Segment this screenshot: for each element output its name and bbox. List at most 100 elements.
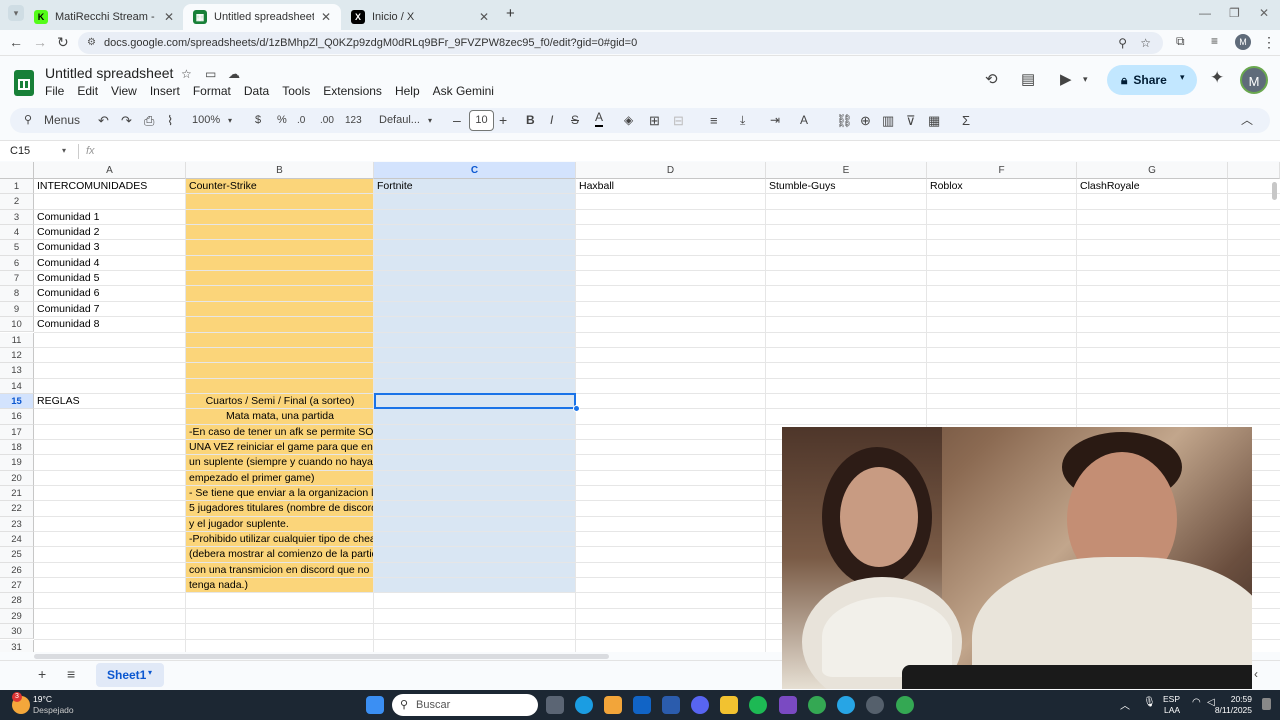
column-header-e[interactable]: E — [766, 162, 927, 179]
cell-b26[interactable]: con una transmicion en discord que no — [187, 563, 373, 578]
menu-file[interactable]: File — [45, 84, 64, 98]
file-explorer-icon[interactable] — [720, 696, 738, 714]
cell-b18[interactable]: UNA VEZ reiniciar el game para que entre — [187, 440, 373, 455]
keyboard-layout[interactable]: LAA — [1164, 705, 1180, 716]
font-select[interactable]: Defaul... — [379, 108, 420, 133]
redo-icon[interactable]: ↷ — [121, 108, 132, 133]
account-avatar[interactable]: M — [1240, 66, 1268, 94]
row-header-3[interactable]: 3 — [0, 209, 34, 226]
word-icon[interactable] — [662, 696, 680, 714]
telegram-icon[interactable] — [837, 696, 855, 714]
maximize-icon[interactable]: ❐ — [1229, 6, 1240, 20]
column-header-a[interactable]: A — [34, 162, 186, 179]
notification-center-icon[interactable] — [1262, 698, 1271, 710]
browser-menu-icon[interactable]: ⋮ — [1262, 34, 1276, 51]
row-header-7[interactable]: 7 — [0, 271, 34, 287]
row-header-26[interactable]: 26 — [0, 562, 34, 579]
row-header-31[interactable]: 31 — [0, 639, 34, 652]
column-header-c[interactable]: C — [374, 162, 576, 179]
new-tab-button[interactable]: + — [506, 5, 515, 22]
cell-b21[interactable]: - Se tiene que enviar a la organizacion … — [187, 486, 373, 501]
row-header-19[interactable]: 19 — [0, 455, 34, 471]
cell-e1[interactable]: Stumble-Guys — [767, 179, 926, 194]
site-info-icon[interactable]: ⚙ — [87, 32, 96, 54]
row-header-30[interactable]: 30 — [0, 624, 34, 640]
column-header-d[interactable]: D — [576, 162, 766, 179]
column-header-g[interactable]: G — [1077, 162, 1228, 179]
align-horizontal-icon[interactable]: ≡ — [710, 108, 718, 133]
chevron-down-icon[interactable]: ▾ — [228, 108, 232, 133]
menu-data[interactable]: Data — [244, 84, 269, 98]
row-header-27[interactable]: 27 — [0, 578, 34, 594]
edge-icon[interactable] — [575, 696, 593, 714]
row-header-8[interactable]: 8 — [0, 286, 34, 302]
formula-input[interactable] — [104, 143, 1264, 160]
tab-kick[interactable]: K MatiRecchi Stream - Watch Live ✕ — [24, 4, 184, 30]
minimize-icon[interactable]: — — [1199, 6, 1211, 20]
row-header-21[interactable]: 21 — [0, 486, 34, 502]
row-header-6[interactable]: 6 — [0, 255, 34, 272]
clock-time[interactable]: 20:59 — [1218, 694, 1252, 705]
gemini-icon[interactable]: ✦ — [1210, 68, 1224, 88]
cell-a5[interactable]: Comunidad 3 — [35, 240, 185, 255]
bookmark-star-icon[interactable]: ☆ — [1140, 32, 1151, 54]
cell-a3[interactable]: Comunidad 1 — [35, 210, 185, 225]
cell-b27[interactable]: tenga nada.) — [187, 578, 373, 593]
column-header-h[interactable] — [1228, 162, 1280, 179]
menu-ask-gemini[interactable]: Ask Gemini — [433, 84, 494, 98]
url-field[interactable]: ⚙ docs.google.com/spreadsheets/d/1zBMhpZ… — [78, 32, 1163, 54]
chrome-profile-icon[interactable] — [896, 696, 914, 714]
menu-extensions[interactable]: Extensions — [323, 84, 382, 98]
close-icon[interactable]: ✕ — [164, 10, 174, 24]
cell-b22[interactable]: 5 jugadores titulares (nombre de discord… — [187, 501, 373, 516]
menu-insert[interactable]: Insert — [150, 84, 180, 98]
profile-avatar[interactable]: M — [1235, 34, 1251, 50]
row-header-28[interactable]: 28 — [0, 593, 34, 609]
meet-icon[interactable]: ▶ — [1060, 70, 1072, 88]
search-menus-label[interactable]: Menus — [44, 108, 80, 133]
cell-a9[interactable]: Comunidad 7 — [35, 302, 185, 317]
cell-a6[interactable]: Comunidad 4 — [35, 256, 185, 271]
fill-handle[interactable] — [573, 405, 580, 413]
bold-icon[interactable]: B — [526, 108, 535, 133]
all-sheets-icon[interactable]: ≡ — [67, 666, 75, 682]
cell-g1[interactable]: ClashRoyale — [1078, 179, 1227, 194]
row-header-2[interactable]: 2 — [0, 194, 34, 210]
borders-icon[interactable]: ⊞ — [649, 108, 660, 133]
font-size-decrease-icon[interactable]: – — [453, 108, 461, 133]
cell-b25[interactable]: (debera mostrar al comienzo de la partid… — [187, 547, 373, 562]
vertical-scrollbar[interactable] — [1272, 182, 1277, 200]
column-header-b[interactable]: B — [186, 162, 374, 179]
spotify-icon[interactable] — [749, 696, 767, 714]
row-header-20[interactable]: 20 — [0, 470, 34, 486]
filter-icon[interactable]: ⊽ — [906, 108, 916, 133]
row-header-15[interactable]: 15 — [0, 393, 34, 410]
tray-chevron-icon[interactable]: ︿ — [1120, 697, 1130, 712]
tab-search-icon[interactable]: ▾ — [8, 5, 24, 21]
cell-a4[interactable]: Comunidad 2 — [35, 225, 185, 240]
functions-icon[interactable]: Σ — [962, 108, 970, 133]
cell-d1[interactable]: Haxball — [577, 179, 765, 194]
row-header-17[interactable]: 17 — [0, 424, 34, 440]
move-folder-icon[interactable]: ▭ — [205, 67, 216, 81]
selected-cell-outline[interactable] — [374, 392, 576, 409]
cell-b24[interactable]: -Prohibido utilizar cualquier tipo de ch… — [187, 532, 373, 547]
percent-format-button[interactable]: % — [277, 108, 287, 133]
chevron-down-icon[interactable]: ▾ — [428, 108, 432, 133]
taskbar-search[interactable]: ⚲ Buscar — [392, 694, 538, 716]
row-header-1[interactable]: 1 — [0, 179, 34, 195]
print-icon[interactable]: ⎙ — [144, 108, 154, 133]
merge-cells-icon[interactable]: ⊟ — [673, 108, 684, 133]
cell-f1[interactable]: Roblox — [928, 179, 1076, 194]
font-size-input[interactable]: 10 — [469, 110, 494, 131]
app-icon[interactable] — [779, 696, 797, 714]
chevron-down-icon[interactable]: ▾ — [62, 146, 66, 155]
row-header-25[interactable]: 25 — [0, 547, 34, 563]
strikethrough-icon[interactable]: S — [571, 108, 579, 133]
cell-b17[interactable]: -En caso de tener un afk se permite SOLO — [187, 425, 373, 440]
version-history-icon[interactable]: ⟲ — [985, 70, 998, 88]
text-color-icon[interactable]: A — [595, 108, 604, 127]
obs-icon[interactable] — [866, 696, 884, 714]
zoom-select[interactable]: 100% — [192, 108, 220, 133]
more-formats-button[interactable]: 123 — [345, 108, 362, 133]
